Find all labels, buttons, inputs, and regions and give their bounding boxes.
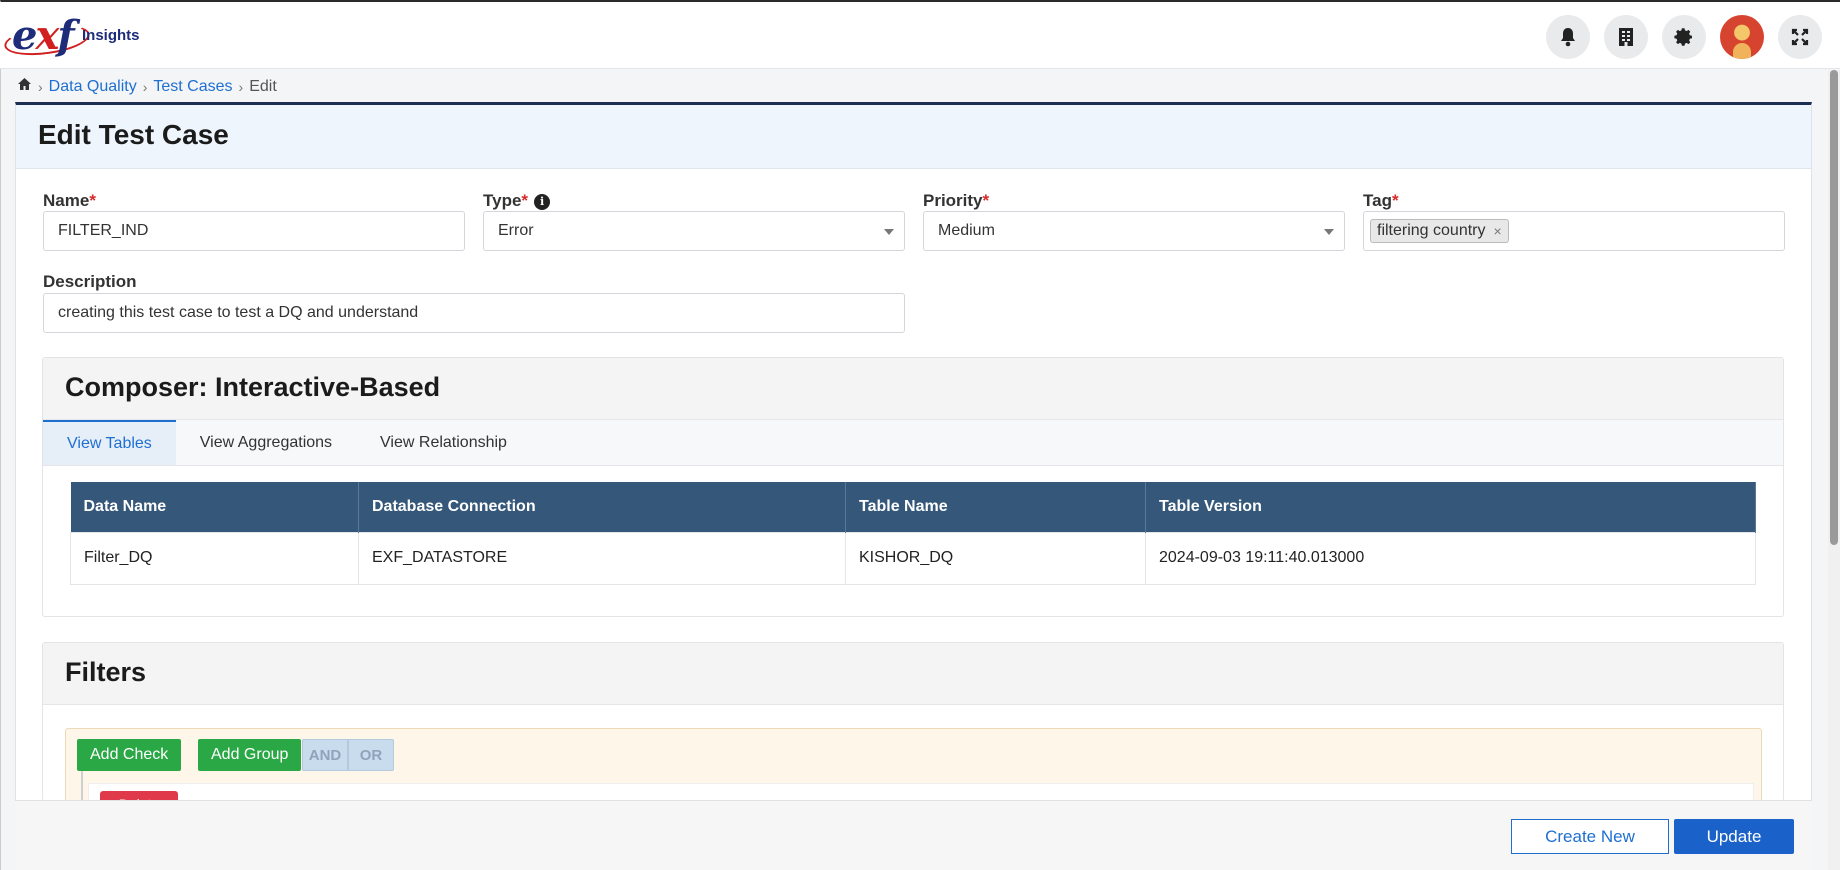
tag-label: Tag* [1363, 191, 1399, 210]
type-value: Error [498, 222, 534, 239]
tag-chip-label: filtering country [1377, 222, 1486, 239]
composer-tabs: View Tables View Aggregations View Relat… [43, 420, 1783, 466]
chevron-right-icon: › [142, 78, 148, 95]
rule-connector [81, 771, 83, 801]
add-check-button[interactable]: Add Check [77, 739, 182, 771]
card-header: Edit Test Case [16, 105, 1811, 169]
user-avatar[interactable] [1720, 15, 1764, 59]
breadcrumb-test-cases[interactable]: Test Cases [153, 78, 232, 96]
composer-title: Composer: Interactive-Based [43, 358, 1783, 420]
and-toggle[interactable]: AND [302, 739, 348, 771]
table-row[interactable]: Filter_DQ EXF_DATASTORE KISHOR_DQ 2024-0… [70, 531, 1756, 585]
app-header: exf Insights [0, 2, 1840, 69]
column-header[interactable]: Database Connection [358, 482, 846, 532]
logo-main: exf [12, 12, 75, 59]
priority-label: Priority* [923, 191, 990, 210]
home-icon[interactable] [17, 77, 32, 96]
column-header[interactable]: Table Version [1145, 482, 1756, 532]
caret-down-icon [884, 229, 894, 235]
name-field[interactable]: FILTER_IND [43, 211, 465, 251]
table-cell: KISHOR_DQ [845, 531, 1146, 585]
breadcrumb-data-quality[interactable]: Data Quality [49, 78, 137, 96]
breadcrumb: › Data Quality › Test Cases › Edit [17, 77, 277, 96]
create-new-button[interactable]: Create New [1511, 819, 1669, 854]
header-icons [1546, 15, 1822, 59]
logo-sub: Insights [82, 27, 140, 44]
page-scrollbar[interactable] [1828, 70, 1840, 870]
page-title: Edit Test Case [38, 119, 229, 150]
table-cell: EXF_DATASTORE [358, 531, 846, 585]
or-toggle[interactable]: OR [348, 739, 394, 771]
chevron-right-icon: › [38, 78, 43, 95]
caret-down-icon [1324, 229, 1334, 235]
priority-value: Medium [938, 222, 995, 239]
tables-grid: Data Name Database Connection Table Name… [70, 482, 1756, 585]
description-label: Description [43, 272, 137, 291]
info-icon[interactable]: i [534, 193, 551, 210]
tab-view-aggregations[interactable]: View Aggregations [176, 420, 356, 465]
column-header[interactable]: Table Name [845, 482, 1146, 532]
edit-test-case-card: Edit Test Case Name* Type* i Priority* Ta… [15, 102, 1812, 870]
type-select[interactable]: Error [483, 211, 905, 251]
column-header[interactable]: Data Name [70, 482, 359, 532]
table-cell: 2024-09-03 19:11:40.013000 [1145, 531, 1756, 585]
chevron-right-icon: › [238, 78, 244, 95]
update-button[interactable]: Update [1674, 819, 1794, 854]
expand-icon[interactable] [1778, 15, 1822, 59]
app-logo[interactable]: exf Insights [2, 12, 144, 60]
tab-view-relationship[interactable]: View Relationship [356, 420, 531, 465]
add-group-button[interactable]: Add Group [198, 739, 302, 771]
scrollbar-thumb[interactable] [1830, 70, 1838, 545]
priority-select[interactable]: Medium [923, 211, 1345, 251]
filter-builder: Add Check Add Group AND OR Delete [65, 728, 1762, 801]
remove-tag-icon[interactable]: × [1494, 223, 1502, 239]
tab-view-tables[interactable]: View Tables [43, 420, 176, 465]
building-icon[interactable] [1604, 15, 1648, 59]
description-field[interactable]: creating this test case to test a DQ and… [43, 293, 905, 333]
gear-icon[interactable] [1662, 15, 1706, 59]
bell-icon[interactable] [1546, 15, 1590, 59]
description-value: creating this test case to test a DQ and… [58, 304, 419, 321]
tag-field[interactable]: filtering country × [1363, 211, 1785, 251]
name-value: FILTER_IND [58, 222, 149, 239]
form-footer: Create New Update [15, 800, 1812, 870]
table-cell: Filter_DQ [70, 531, 359, 585]
breadcrumb-current: Edit [249, 77, 277, 95]
composer-panel: Composer: Interactive-Based View Tables … [42, 357, 1784, 617]
table-header-row: Data Name Database Connection Table Name… [70, 482, 1756, 532]
name-label: Name* [43, 191, 96, 210]
filters-title: Filters [43, 643, 1783, 705]
type-label: Type* i [483, 191, 551, 211]
tag-chip: filtering country × [1370, 219, 1509, 243]
filters-panel: Filters Add Check Add Group AND OR Delet… [42, 642, 1784, 802]
